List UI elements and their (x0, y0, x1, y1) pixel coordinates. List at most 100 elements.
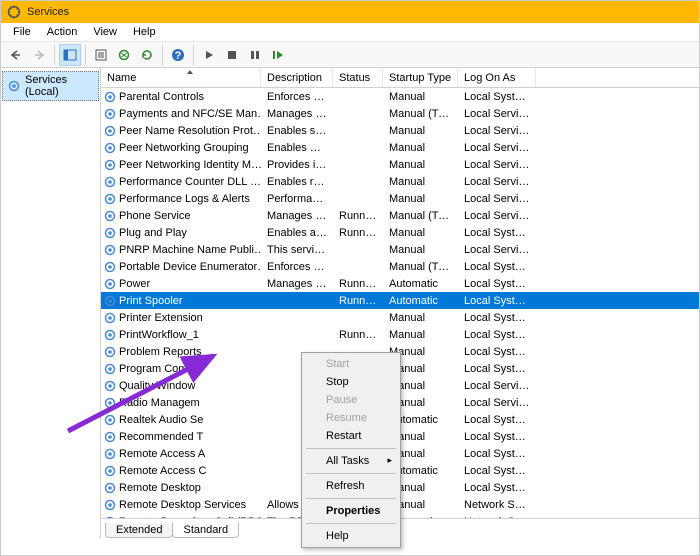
service-name: Performance Counter DLL … (119, 176, 261, 188)
column-header-logon[interactable]: Log On As (458, 68, 536, 87)
service-status (333, 146, 383, 150)
service-logon: Local Syste… (458, 429, 536, 445)
column-header-status[interactable]: Status (333, 68, 383, 87)
column-header-startup[interactable]: Startup Type (383, 68, 458, 87)
service-name: Problem Reports (119, 346, 202, 358)
service-logon: Local Syste… (458, 446, 536, 462)
service-row[interactable]: Portable Device Enumerator…Enforces gr…M… (101, 258, 699, 275)
gear-icon (103, 158, 117, 172)
service-row[interactable]: Parental ControlsEnforces pa…ManualLocal… (101, 88, 699, 105)
service-status (333, 163, 383, 167)
ctx-all-tasks[interactable]: All Tasks (304, 452, 398, 470)
service-startup: Automatic (383, 276, 458, 292)
gear-icon (103, 498, 117, 512)
ctx-separator (306, 473, 396, 474)
gear-icon (103, 328, 117, 342)
service-row[interactable]: Payments and NFC/SE Man…Manages pa…Manua… (101, 105, 699, 122)
service-status (333, 316, 383, 320)
service-row[interactable]: Peer Networking GroupingEnables mul…Manu… (101, 139, 699, 156)
service-description: Enforces gr… (261, 259, 333, 275)
service-status (333, 129, 383, 133)
service-row[interactable]: Peer Networking Identity M…Provides ide…… (101, 156, 699, 173)
column-header-description[interactable]: Description (261, 68, 333, 87)
gear-icon (103, 379, 117, 393)
service-row[interactable]: PowerManages p…RunningAutomaticLocal Sys… (101, 275, 699, 292)
restart-service-button[interactable] (267, 44, 289, 66)
service-row[interactable]: Print SpoolerRunningAutomaticLocal Syste… (101, 292, 699, 309)
menu-action[interactable]: Action (39, 24, 86, 40)
ctx-separator (306, 523, 396, 524)
refresh-button[interactable] (136, 44, 158, 66)
forward-button[interactable] (28, 44, 50, 66)
ctx-help[interactable]: Help (304, 527, 398, 545)
gear-icon (103, 260, 117, 274)
tree-pane: Services (Local) (1, 68, 101, 538)
tree-item-label: Services (Local) (25, 74, 94, 98)
service-name: Payments and NFC/SE Man… (119, 108, 261, 120)
service-name: PrintWorkflow_1 (119, 329, 199, 341)
ctx-refresh[interactable]: Refresh (304, 477, 398, 495)
menu-view[interactable]: View (85, 24, 125, 40)
gear-icon (103, 396, 117, 410)
service-startup: Manual (383, 327, 458, 343)
service-description: Enforces pa… (261, 89, 333, 105)
service-startup: Manual (Trig… (383, 259, 458, 275)
service-row[interactable]: PrintWorkflow_1RunningManualLocal Syste… (101, 326, 699, 343)
toolbar: ? (1, 42, 699, 68)
service-status (333, 265, 383, 269)
service-name: PNRP Machine Name Publi… (119, 244, 261, 256)
service-status (333, 180, 383, 184)
stop-service-button[interactable] (221, 44, 243, 66)
help-button[interactable]: ? (167, 44, 189, 66)
service-name: Remote Access A (119, 448, 205, 460)
service-startup: Manual (383, 157, 458, 173)
service-startup: Manual (383, 174, 458, 190)
service-name: Remote Desktop Services (119, 499, 246, 511)
service-logon: Local Syste… (458, 412, 536, 428)
service-status (333, 112, 383, 116)
service-logon: Local Service (458, 106, 536, 122)
pause-service-button[interactable] (244, 44, 266, 66)
service-logon: Local Syste… (458, 480, 536, 496)
export-button[interactable] (113, 44, 135, 66)
menu-help[interactable]: Help (125, 24, 164, 40)
service-logon: Local Syste… (458, 293, 536, 309)
start-service-button[interactable] (198, 44, 220, 66)
service-name: Printer Extension (119, 312, 203, 324)
service-description: Manages pa… (261, 106, 333, 122)
service-description: Enables rem… (261, 174, 333, 190)
gear-icon (103, 464, 117, 478)
service-row[interactable]: Peer Name Resolution Prot…Enables serv…M… (101, 122, 699, 139)
ctx-pause: Pause (304, 391, 398, 409)
service-logon: Local Syste… (458, 276, 536, 292)
gear-icon (103, 192, 117, 206)
gear-icon (103, 481, 117, 495)
show-tree-button[interactable] (59, 44, 81, 66)
service-logon: Local Service (458, 395, 536, 411)
tab-standard[interactable]: Standard (172, 522, 239, 538)
ctx-stop[interactable]: Stop (304, 373, 398, 391)
gear-icon (103, 447, 117, 461)
service-row[interactable]: Plug and PlayEnables a c…RunningManualLo… (101, 224, 699, 241)
tab-extended[interactable]: Extended (105, 523, 173, 538)
service-row[interactable]: PNRP Machine Name Publi…This service …Ma… (101, 241, 699, 258)
properties-button[interactable] (90, 44, 112, 66)
service-row[interactable]: Performance Counter DLL …Enables rem… Man… (101, 173, 699, 190)
service-logon: Local Service (458, 378, 536, 394)
service-startup: Manual (383, 140, 458, 156)
ctx-separator (306, 498, 396, 499)
service-row[interactable]: Performance Logs & AlertsPerformanc…Manu… (101, 190, 699, 207)
menu-file[interactable]: File (5, 24, 39, 40)
column-header-name[interactable]: Name (101, 68, 261, 87)
ctx-restart[interactable]: Restart (304, 427, 398, 445)
service-logon: Local Service (458, 242, 536, 258)
ctx-properties[interactable]: Properties (304, 502, 398, 520)
tree-services-local[interactable]: Services (Local) (2, 71, 99, 101)
service-row[interactable]: Printer ExtensionManualLocal Syste… (101, 309, 699, 326)
service-row[interactable]: Phone ServiceManages th…RunningManual (T… (101, 207, 699, 224)
service-name: Peer Networking Identity M… (119, 159, 261, 171)
ctx-separator (306, 448, 396, 449)
gear-icon (103, 345, 117, 359)
gear-icon (103, 413, 117, 427)
back-button[interactable] (5, 44, 27, 66)
